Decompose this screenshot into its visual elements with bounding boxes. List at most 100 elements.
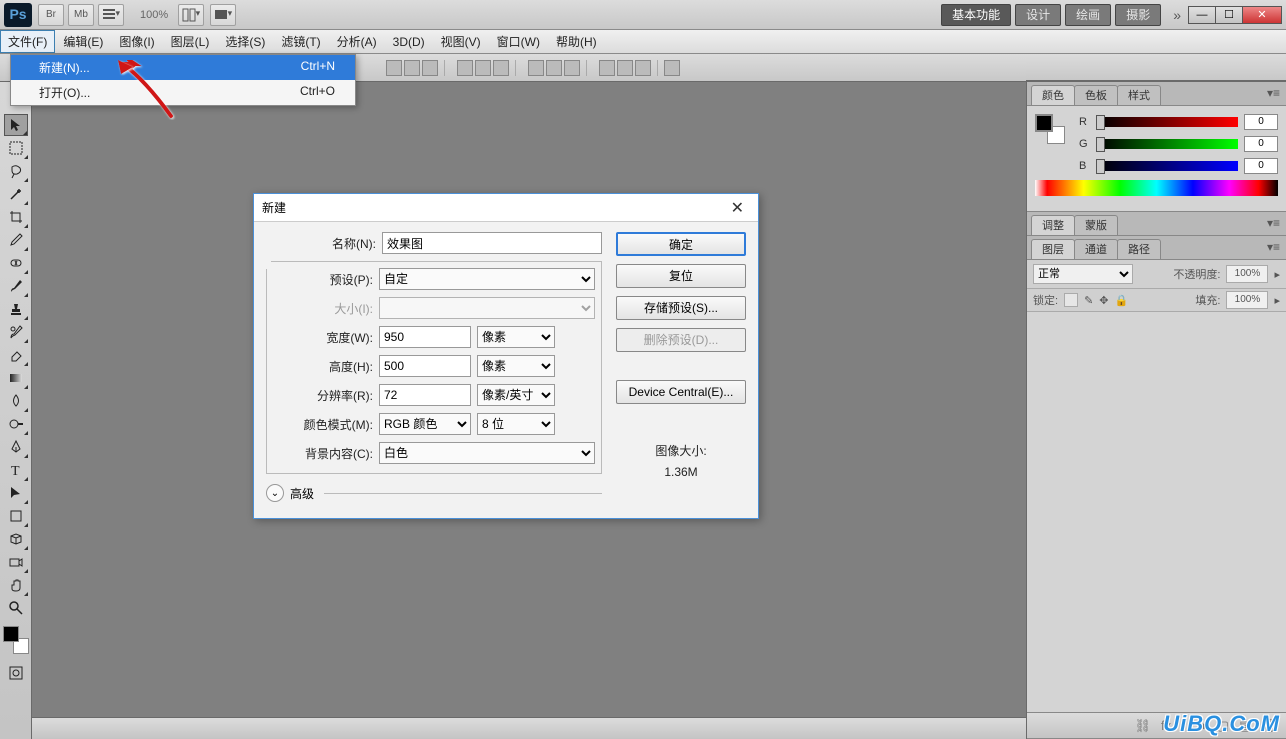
hue-strip[interactable] <box>1035 180 1278 196</box>
history-brush-tool[interactable] <box>4 321 28 343</box>
bridge-button[interactable]: Br <box>38 4 64 26</box>
tab-adjustments[interactable]: 调整 <box>1031 215 1075 235</box>
dialog-close-button[interactable]: ✕ <box>725 198 750 218</box>
link-layers-icon[interactable]: ⛓ <box>1135 718 1152 734</box>
tab-styles[interactable]: 样式 <box>1117 85 1161 105</box>
minimize-button[interactable]: — <box>1188 6 1216 24</box>
trash-icon[interactable]: 🗑 <box>1261 718 1278 734</box>
chevron-icon[interactable]: ▸ <box>1274 294 1280 307</box>
workspace-paint[interactable]: 绘画 <box>1065 4 1111 26</box>
shape-tool[interactable] <box>4 505 28 527</box>
workspace-basic[interactable]: 基本功能 <box>941 4 1011 26</box>
distribute-icon[interactable] <box>564 60 580 76</box>
advanced-toggle[interactable]: ⌄ <box>266 484 284 502</box>
menu-3d[interactable]: 3D(D) <box>385 30 433 53</box>
crop-tool[interactable] <box>4 206 28 228</box>
close-button[interactable]: ✕ <box>1242 6 1282 24</box>
b-slider[interactable] <box>1099 161 1238 171</box>
device-central-button[interactable]: Device Central(E)... <box>616 380 746 404</box>
r-slider[interactable] <box>1099 117 1238 127</box>
menu-file[interactable]: 文件(F) <box>0 30 55 53</box>
3d-tool[interactable] <box>4 528 28 550</box>
blend-mode-select[interactable]: 正常 <box>1033 264 1133 284</box>
color-swatches[interactable] <box>3 626 29 654</box>
marquee-tool[interactable] <box>4 137 28 159</box>
align-icon[interactable] <box>457 60 473 76</box>
b-value[interactable]: 0 <box>1244 158 1278 174</box>
fx-icon[interactable]: fx <box>1161 718 1171 733</box>
menu-select[interactable]: 选择(S) <box>217 30 273 53</box>
mask-icon[interactable]: ◐ <box>1181 718 1189 733</box>
dialog-titlebar[interactable]: 新建 ✕ <box>254 194 758 222</box>
panel-menu-icon[interactable]: ▾≡ <box>1267 86 1280 100</box>
screen-mode-dropdown[interactable] <box>210 4 236 26</box>
ok-button[interactable]: 确定 <box>616 232 746 256</box>
lock-brush-icon[interactable]: ✎ <box>1084 294 1093 307</box>
distribute-icon[interactable] <box>546 60 562 76</box>
resolution-unit-select[interactable]: 像素/英寸 <box>477 384 555 406</box>
tab-color[interactable]: 颜色 <box>1031 85 1075 105</box>
gradient-tool[interactable] <box>4 367 28 389</box>
tab-layers[interactable]: 图层 <box>1031 239 1075 259</box>
move-tool[interactable] <box>4 114 28 136</box>
align-icon[interactable] <box>386 60 402 76</box>
chevron-icon[interactable]: ▸ <box>1274 268 1280 281</box>
menu-view[interactable]: 视图(V) <box>433 30 489 53</box>
preset-select[interactable]: 自定 <box>379 268 595 290</box>
3d-camera-tool[interactable] <box>4 551 28 573</box>
path-select-tool[interactable] <box>4 482 28 504</box>
brush-tool[interactable] <box>4 275 28 297</box>
align-icon[interactable] <box>475 60 491 76</box>
panel-menu-icon[interactable]: ▾≡ <box>1267 216 1280 230</box>
eyedropper-tool[interactable] <box>4 229 28 251</box>
distribute-icon[interactable] <box>635 60 651 76</box>
distribute-icon[interactable] <box>528 60 544 76</box>
distribute-icon[interactable] <box>599 60 615 76</box>
align-icon[interactable] <box>493 60 509 76</box>
colordepth-select[interactable]: 8 位 <box>477 413 555 435</box>
eraser-tool[interactable] <box>4 344 28 366</box>
height-unit-select[interactable]: 像素 <box>477 355 555 377</box>
g-slider[interactable] <box>1099 139 1238 149</box>
more-workspaces-icon[interactable]: » <box>1173 7 1181 23</box>
wand-tool[interactable] <box>4 183 28 205</box>
opacity-value[interactable]: 100% <box>1226 265 1268 283</box>
blur-tool[interactable] <box>4 390 28 412</box>
lock-all-icon[interactable]: 🔒 <box>1115 294 1129 307</box>
align-icon[interactable] <box>404 60 420 76</box>
align-icon[interactable] <box>422 60 438 76</box>
colormode-select[interactable]: RGB 颜色 <box>379 413 471 435</box>
maximize-button[interactable]: ☐ <box>1215 6 1243 24</box>
lasso-tool[interactable] <box>4 160 28 182</box>
workspace-design[interactable]: 设计 <box>1015 4 1061 26</box>
tab-swatches[interactable]: 色板 <box>1074 85 1118 105</box>
dodge-tool[interactable] <box>4 413 28 435</box>
view-extras-dropdown[interactable] <box>98 4 124 26</box>
lock-move-icon[interactable]: ✥ <box>1099 294 1108 307</box>
fg-swatch[interactable] <box>1035 114 1053 132</box>
bgcontent-select[interactable]: 白色 <box>379 442 595 464</box>
name-input[interactable] <box>382 232 602 254</box>
resolution-input[interactable] <box>379 384 471 406</box>
fg-color-swatch[interactable] <box>3 626 19 642</box>
healing-tool[interactable] <box>4 252 28 274</box>
fill-value[interactable]: 100% <box>1226 291 1268 309</box>
zoom-level[interactable]: 100% <box>140 9 168 21</box>
group-icon[interactable]: ▢ <box>1217 718 1229 734</box>
menuitem-new[interactable]: 新建(N)... Ctrl+N <box>11 55 355 80</box>
hand-tool[interactable] <box>4 574 28 596</box>
quickmask-tool[interactable] <box>4 662 28 684</box>
menuitem-open[interactable]: 打开(O)... Ctrl+O <box>11 80 355 105</box>
reset-button[interactable]: 复位 <box>616 264 746 288</box>
minibridge-button[interactable]: Mb <box>68 4 94 26</box>
tab-paths[interactable]: 路径 <box>1117 239 1161 259</box>
distribute-icon[interactable] <box>617 60 633 76</box>
lock-pixels-icon[interactable] <box>1064 293 1078 307</box>
height-input[interactable] <box>379 355 471 377</box>
width-unit-select[interactable]: 像素 <box>477 326 555 348</box>
auto-align-icon[interactable] <box>664 60 680 76</box>
tab-channels[interactable]: 通道 <box>1074 239 1118 259</box>
zoom-tool[interactable] <box>4 597 28 619</box>
menu-layer[interactable]: 图层(L) <box>163 30 218 53</box>
menu-help[interactable]: 帮助(H) <box>548 30 605 53</box>
